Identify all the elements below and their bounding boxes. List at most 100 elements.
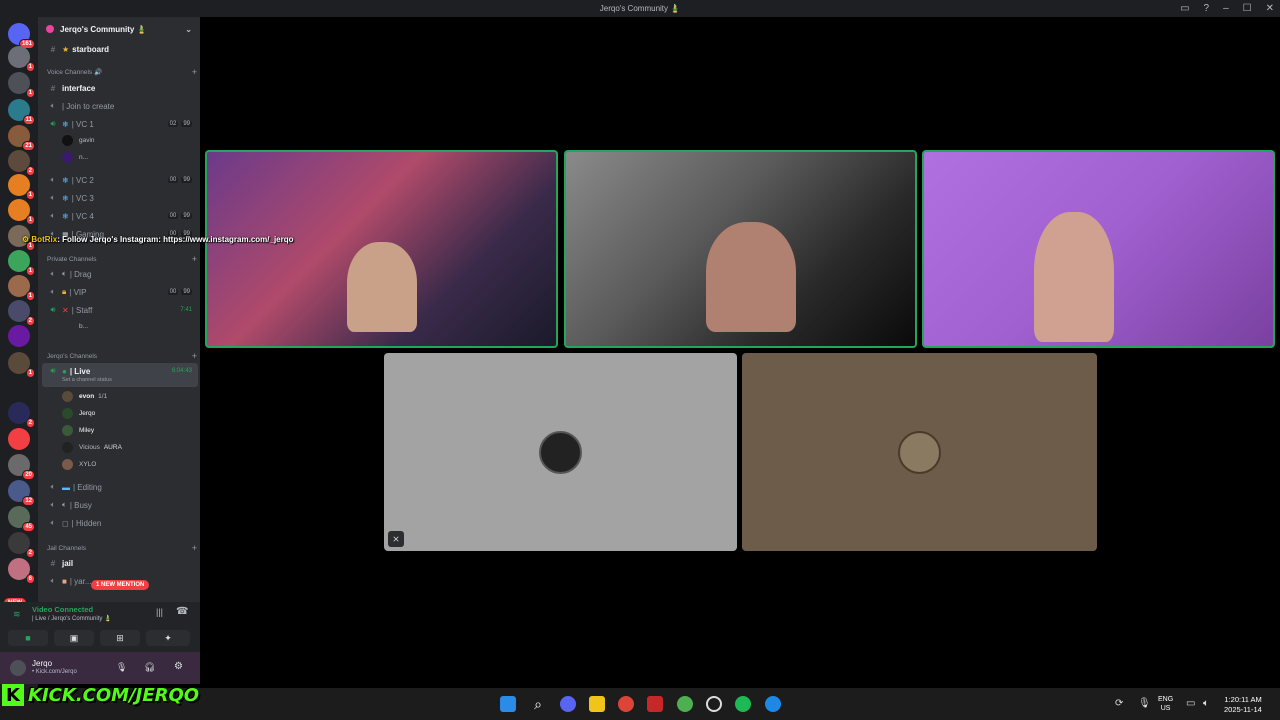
plus-icon[interactable]: + bbox=[192, 254, 197, 264]
voice-member[interactable]: Miley bbox=[62, 423, 94, 438]
search-icon[interactable]: ⌕ bbox=[530, 696, 546, 712]
server-icon[interactable]: 2 bbox=[8, 402, 35, 428]
display-icon[interactable]: ▭ bbox=[1186, 698, 1195, 709]
channel-vc1[interactable]: 🔊︎ ❄ | VC 1 02 99 bbox=[38, 116, 200, 132]
unread-badge: 2 bbox=[25, 316, 35, 326]
voice-member[interactable]: n... bbox=[62, 150, 88, 165]
app-icon[interactable] bbox=[647, 696, 663, 712]
server-icon[interactable]: 45 bbox=[8, 506, 35, 532]
voice-channel[interactable]: | Live / Jerqo's Community 🎍 bbox=[32, 615, 112, 622]
clock[interactable]: 1:20:11 AM 2025-11-14 bbox=[1224, 695, 1262, 715]
channel-status[interactable]: Set a channel status bbox=[62, 377, 112, 383]
settings-icon[interactable]: ⚙ bbox=[174, 661, 183, 672]
server-icon[interactable]: 12 bbox=[8, 480, 35, 506]
category-voice[interactable]: Voice Channels 🔊 + bbox=[47, 67, 197, 77]
channel-drag[interactable]: 🔈︎ 🔈︎ | Drag bbox=[38, 266, 200, 282]
disconnect-icon[interactable]: ☎ bbox=[176, 606, 188, 617]
channel-sidebar: Jerqo's Community 🎍 ⌄ # ★ starboard Voice … bbox=[38, 17, 200, 602]
voice-member[interactable]: evon 1/1 bbox=[62, 389, 107, 404]
plus-icon[interactable]: + bbox=[192, 351, 197, 361]
soundboard-button[interactable]: ✦ bbox=[146, 630, 190, 646]
voice-member[interactable]: Vicious AURA bbox=[62, 440, 122, 455]
app-icon[interactable] bbox=[706, 696, 722, 712]
close-button[interactable]: ✕ bbox=[1266, 3, 1274, 14]
category-jail[interactable]: Jail Channels + bbox=[47, 543, 197, 553]
server-icon[interactable]: 1 bbox=[8, 199, 35, 225]
help-icon[interactable]: ? bbox=[1204, 3, 1210, 14]
noise-suppression-icon[interactable]: ||| bbox=[156, 607, 163, 617]
server-icon-home[interactable]: 161 bbox=[8, 23, 35, 49]
server-icon[interactable]: 20 bbox=[8, 454, 35, 480]
server-icon[interactable] bbox=[8, 428, 30, 450]
server-icon[interactable]: 6 bbox=[8, 558, 35, 584]
video-tile[interactable] bbox=[205, 150, 558, 348]
microphone-icon[interactable]: 🎙︎ bbox=[116, 662, 127, 673]
category-jerqo[interactable]: Jerqo's Channels + bbox=[47, 351, 197, 361]
voice-member[interactable]: Jerqo bbox=[62, 406, 95, 421]
audio-tile[interactable]: ⨯ bbox=[384, 353, 737, 551]
channel-vc2[interactable]: 🔈︎ ❄ | VC 2 00 99 bbox=[38, 172, 200, 188]
channel-staff[interactable]: 🔊︎ ✕ | Staff 7:41 bbox=[38, 302, 200, 318]
category-private[interactable]: Private Channels + bbox=[47, 254, 197, 264]
speaker-icon[interactable]: 🔈︎ bbox=[1203, 698, 1209, 709]
channel-label: | VC 4 bbox=[71, 211, 94, 221]
channel-vc4[interactable]: 🔈︎ ❄ | VC 4 00 99 bbox=[38, 208, 200, 224]
guild-header[interactable]: Jerqo's Community 🎍 ⌄ bbox=[38, 17, 200, 41]
server-icon[interactable]: 11 bbox=[8, 99, 35, 125]
microphone-icon[interactable]: 🎙︎ bbox=[1138, 698, 1151, 709]
channel-busy[interactable]: 🔈︎ 🔈︎ | Busy bbox=[38, 497, 200, 513]
voice-member[interactable]: gavin bbox=[62, 133, 95, 148]
chrome-icon[interactable] bbox=[618, 696, 634, 712]
discord-icon[interactable] bbox=[560, 696, 576, 712]
avatar[interactable] bbox=[10, 660, 26, 676]
spotify-icon[interactable] bbox=[735, 696, 751, 712]
screenshare-button[interactable]: ▣ bbox=[54, 630, 94, 646]
server-icon[interactable]: 1 bbox=[8, 174, 35, 200]
audio-tile[interactable] bbox=[742, 353, 1097, 551]
avatar bbox=[62, 442, 73, 453]
app-icon[interactable] bbox=[765, 696, 781, 712]
language-indicator[interactable]: ENG US bbox=[1158, 695, 1173, 713]
channel-hidden[interactable]: 🔈︎ ◻ | Hidden bbox=[38, 515, 200, 531]
voice-member[interactable]: XYLO bbox=[62, 457, 96, 472]
video-tile[interactable] bbox=[922, 150, 1275, 348]
camera-button[interactable]: ■ bbox=[8, 630, 48, 646]
hash-icon: # bbox=[50, 44, 56, 54]
channel-interface[interactable]: # interface bbox=[38, 80, 200, 96]
server-icon[interactable]: 2 bbox=[8, 532, 35, 558]
server-icon[interactable]: 1 bbox=[8, 250, 35, 276]
file-explorer-icon[interactable] bbox=[589, 696, 605, 712]
channel-join-to-create[interactable]: 🔈︎ | Join to create bbox=[38, 98, 200, 114]
network-icon[interactable]: ⟳ bbox=[1115, 698, 1123, 709]
server-icon[interactable]: 1 bbox=[8, 46, 35, 72]
channel-editing[interactable]: 🔈︎ ▬ | Editing bbox=[38, 479, 200, 495]
server-icon[interactable]: 1 bbox=[8, 275, 35, 301]
headphones-icon[interactable]: 🎧︎ bbox=[144, 662, 155, 673]
video-tile[interactable] bbox=[564, 150, 917, 348]
channel-timer: 7:41 bbox=[180, 307, 192, 313]
editing-icon: ▬ bbox=[62, 482, 70, 492]
server-icon[interactable]: 2 bbox=[8, 300, 35, 326]
chrome-icon[interactable] bbox=[677, 696, 693, 712]
start-icon[interactable] bbox=[500, 696, 516, 712]
channel-jail[interactable]: # jail bbox=[38, 555, 200, 571]
voice-member[interactable]: b... bbox=[62, 319, 88, 334]
channel-label: | Staff bbox=[71, 305, 93, 315]
channel-label: | Join to create bbox=[62, 101, 115, 111]
plus-icon[interactable]: + bbox=[192, 543, 197, 553]
server-icon[interactable]: 21 bbox=[8, 125, 35, 151]
channel-vip[interactable]: 🔈︎ 🔒︎ | VIP 00 99 bbox=[38, 284, 200, 300]
channel-starboard[interactable]: # ★ starboard bbox=[38, 41, 200, 57]
activities-button[interactable]: ⊞ bbox=[100, 630, 140, 646]
server-icon[interactable] bbox=[8, 325, 30, 347]
plus-icon[interactable]: + bbox=[192, 67, 197, 77]
new-mention-pill[interactable]: 1 NEW MENTION bbox=[91, 580, 150, 590]
participant-video bbox=[347, 242, 417, 332]
inbox-icon[interactable]: ▭ bbox=[1180, 3, 1189, 14]
server-icon[interactable]: 2 bbox=[8, 150, 35, 176]
server-icon[interactable]: 1 bbox=[8, 352, 35, 378]
minimize-button[interactable]: – bbox=[1223, 3, 1229, 14]
server-icon[interactable]: 1 bbox=[8, 72, 35, 98]
maximize-button[interactable]: ☐ bbox=[1243, 3, 1252, 14]
channel-vc3[interactable]: 🔈︎ ❄ | VC 3 bbox=[38, 190, 200, 206]
